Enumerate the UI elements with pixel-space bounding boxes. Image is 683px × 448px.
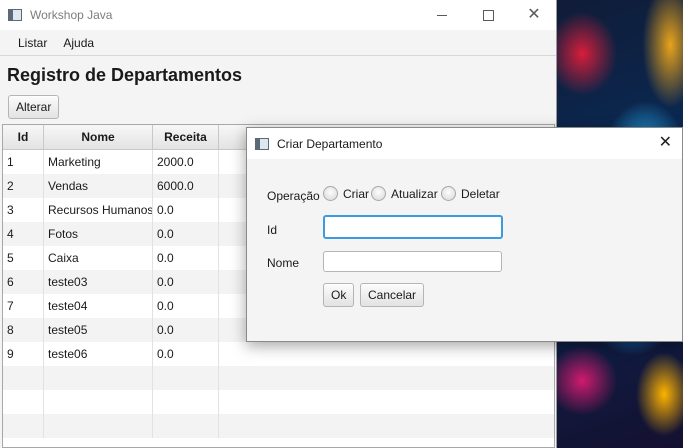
cell-nome: teste04	[44, 294, 153, 318]
cell-filler	[219, 390, 554, 414]
cell-id: 9	[3, 342, 44, 366]
cell-nome: teste03	[44, 270, 153, 294]
close-icon: ✕	[527, 6, 541, 23]
cell-receita: 0.0	[153, 342, 219, 366]
dialog-title: Criar Departamento	[277, 136, 383, 151]
cell-receita: 0.0	[153, 222, 219, 246]
operacao-label: Operação	[267, 189, 320, 203]
cell-nome: Marketing	[44, 150, 153, 174]
criar-departamento-dialog: Criar Departamento ✕ Operação Criar Atua…	[246, 127, 683, 342]
close-button[interactable]: ✕	[511, 0, 557, 30]
cell-id: 8	[3, 318, 44, 342]
cell-id: 5	[3, 246, 44, 270]
cell-nome	[44, 414, 153, 438]
cell-id: 7	[3, 294, 44, 318]
cell-receita: 0.0	[153, 270, 219, 294]
toolbar: Alterar	[0, 89, 556, 124]
cell-id: 4	[3, 222, 44, 246]
cell-id: 6	[3, 270, 44, 294]
minimize-button[interactable]	[419, 0, 465, 30]
cell-id	[3, 390, 44, 414]
column-header-receita[interactable]: Receita	[153, 125, 219, 149]
column-header-id[interactable]: Id	[3, 125, 44, 149]
cell-id: 3	[3, 198, 44, 222]
cell-receita: 0.0	[153, 198, 219, 222]
cell-nome: teste05	[44, 318, 153, 342]
radio-criar-circle[interactable]	[323, 186, 338, 201]
cell-nome: Caixa	[44, 246, 153, 270]
radio-atualizar-circle[interactable]	[371, 186, 386, 201]
minimize-icon	[437, 14, 447, 16]
radio-criar[interactable]: Criar	[323, 186, 369, 201]
title-bar: Workshop Java ✕	[0, 0, 556, 30]
cell-receita: 0.0	[153, 318, 219, 342]
dialog-close-icon[interactable]: ✕	[659, 135, 672, 151]
cell-nome	[44, 366, 153, 390]
radio-deletar-circle[interactable]	[441, 186, 456, 201]
cell-id	[3, 366, 44, 390]
cell-receita: 0.0	[153, 294, 219, 318]
radio-criar-label: Criar	[343, 186, 369, 201]
cell-id: 2	[3, 174, 44, 198]
cell-nome: Vendas	[44, 174, 153, 198]
column-header-nome[interactable]: Nome	[44, 125, 153, 149]
cell-receita	[153, 390, 219, 414]
cell-nome: Recursos Humanos	[44, 198, 153, 222]
radio-atualizar[interactable]: Atualizar	[371, 186, 438, 201]
nome-label: Nome	[267, 256, 300, 270]
menu-ajuda[interactable]: Ajuda	[55, 36, 102, 50]
table-row[interactable]: 9 teste06 0.0	[3, 342, 554, 366]
cell-filler	[219, 342, 554, 366]
cell-nome	[44, 390, 153, 414]
alterar-button[interactable]: Alterar	[8, 94, 60, 119]
maximize-icon	[482, 9, 494, 21]
radio-atualizar-label: Atualizar	[391, 186, 438, 201]
ok-button[interactable]: Ok	[323, 283, 355, 307]
cell-filler	[219, 366, 554, 390]
cell-receita	[153, 414, 219, 438]
dialog-window-icon	[255, 137, 269, 150]
table-row-empty[interactable]	[3, 390, 554, 414]
app-window-icon	[8, 9, 22, 21]
id-label: Id	[267, 223, 278, 237]
cell-receita: 6000.0	[153, 174, 219, 198]
table-row-empty[interactable]	[3, 366, 554, 390]
maximize-button[interactable]	[465, 0, 511, 30]
radio-deletar-label: Deletar	[461, 186, 500, 201]
cell-receita: 2000.0	[153, 150, 219, 174]
cell-id	[3, 414, 44, 438]
menu-listar[interactable]: Listar	[10, 36, 55, 50]
cell-nome: Fotos	[44, 222, 153, 246]
window-title: Workshop Java	[30, 8, 113, 22]
radio-deletar[interactable]: Deletar	[441, 186, 500, 201]
cell-receita: 0.0	[153, 246, 219, 270]
cancelar-button[interactable]: Cancelar	[360, 283, 425, 307]
cell-receita	[153, 366, 219, 390]
menu-bar: Listar Ajuda	[0, 30, 556, 56]
dialog-title-bar: Criar Departamento ✕	[247, 128, 682, 159]
cell-filler	[219, 414, 554, 438]
id-input[interactable]	[323, 215, 503, 239]
page-title: Registro de Departamentos	[7, 65, 243, 85]
cell-nome: teste06	[44, 342, 153, 366]
table-row-empty[interactable]	[3, 414, 554, 438]
cell-id: 1	[3, 150, 44, 174]
nome-input[interactable]	[323, 251, 502, 272]
